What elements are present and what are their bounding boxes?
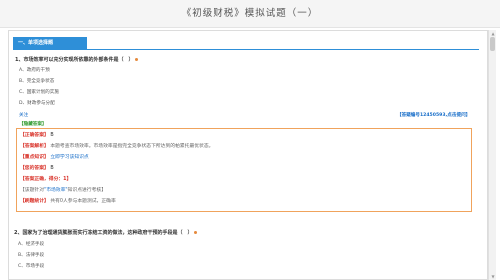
question-2-title: 2、国家为了治理通货膨胀而实行冻结工资的做法，这种政府干预的手段是（ ） bbox=[14, 230, 198, 237]
explanation-row: 【答案解析】 本题考查市场效率。市场效率是指完全竞争状态下所达到的帕累托最优状态… bbox=[20, 143, 213, 150]
correct-answer-label: 【正确答案】 bbox=[20, 133, 49, 138]
page-title: 《初级财税》模拟试题（一） bbox=[181, 8, 319, 19]
correct-answer-row: 【正确答案】 B bbox=[20, 132, 54, 139]
question-1-option-c[interactable]: C、国家计划的实施 bbox=[19, 89, 59, 96]
scroll-up-icon[interactable]: ▲ bbox=[490, 31, 496, 36]
vertical-scrollbar[interactable]: ▲ ▼ bbox=[488, 30, 496, 280]
section-tab-single-choice[interactable]: 一、单项选择题 bbox=[13, 37, 87, 49]
key-point-label: 【重点知识】 bbox=[20, 155, 49, 160]
tip-row: 【该题针对"市场效率"知识点进行考核】 bbox=[20, 187, 106, 194]
scrollbar-thumb[interactable] bbox=[490, 37, 495, 51]
question-1-title: 1、市场效率可以充分实现所依靠的外部条件是（ ） bbox=[15, 57, 139, 64]
hide-answer-toggle[interactable]: 【隐藏答案】 bbox=[19, 121, 47, 128]
knowledge-point-link[interactable]: "市场效率" bbox=[44, 188, 68, 193]
question-1-text: 1、市场效率可以充分实现所依靠的外部条件是（ ） bbox=[15, 57, 134, 63]
scroll-down-icon[interactable]: ▼ bbox=[490, 274, 496, 279]
explanation-label: 【答案解析】 bbox=[20, 144, 49, 149]
study-point-link[interactable]: 立即学习该知识点 bbox=[50, 155, 88, 160]
follow-link[interactable]: 关注 bbox=[19, 112, 28, 119]
section-divider bbox=[13, 49, 479, 50]
title-bar: 《初级财税》模拟试题（一） bbox=[0, 0, 500, 28]
correct-answer-value: B bbox=[50, 133, 54, 138]
question-2-option-b[interactable]: B、法律手段 bbox=[18, 252, 44, 259]
your-answer-label: 【您的答案】 bbox=[20, 166, 49, 171]
your-answer-row: 【您的答案】 B bbox=[20, 165, 54, 172]
explanation-text: 本题考查市场效率。市场效率是指完全竞争状态下所达到的帕累托最优状态。 bbox=[50, 144, 214, 149]
tip-label: 【该题针对 bbox=[20, 188, 44, 193]
question-2-text: 2、国家为了治理通货膨胀而实行冻结工资的做法，这种政府干预的手段是（ ） bbox=[14, 230, 193, 236]
question-1-option-d[interactable]: D、财政参与分配 bbox=[19, 100, 55, 107]
stats-text: 共有0人参与本题测试，正确率 bbox=[50, 199, 116, 204]
question-2-option-a[interactable]: A、经济手段 bbox=[18, 241, 44, 248]
key-point-row: 【重点知识】 立即学习该知识点 bbox=[20, 154, 89, 161]
tip-text: 知识点进行考核】 bbox=[67, 188, 106, 193]
ask-question-link[interactable]: 【答疑编号12450593,点击提问】 bbox=[397, 112, 470, 119]
bookmark-dot-icon[interactable] bbox=[135, 58, 139, 61]
question-1-option-b[interactable]: B、完全竞争状态 bbox=[19, 78, 54, 85]
score-row: 【答案正确，得分：1】 bbox=[20, 176, 71, 183]
bookmark-dot-icon[interactable] bbox=[194, 231, 198, 234]
your-answer-value: B bbox=[50, 166, 54, 171]
stats-label: 【刷题统计】 bbox=[20, 199, 49, 204]
answer-panel: 【正确答案】 B 【答案解析】 本题考查市场效率。市场效率是指完全竞争状态下所达… bbox=[16, 128, 472, 212]
stats-row: 【刷题统计】 共有0人参与本题测试，正确率 bbox=[20, 198, 116, 205]
question-1-option-a[interactable]: A、政府的干预 bbox=[19, 67, 50, 74]
question-2-option-c[interactable]: C、市场手段 bbox=[18, 263, 44, 270]
score-text: 【答案正确，得分：1】 bbox=[20, 177, 72, 182]
